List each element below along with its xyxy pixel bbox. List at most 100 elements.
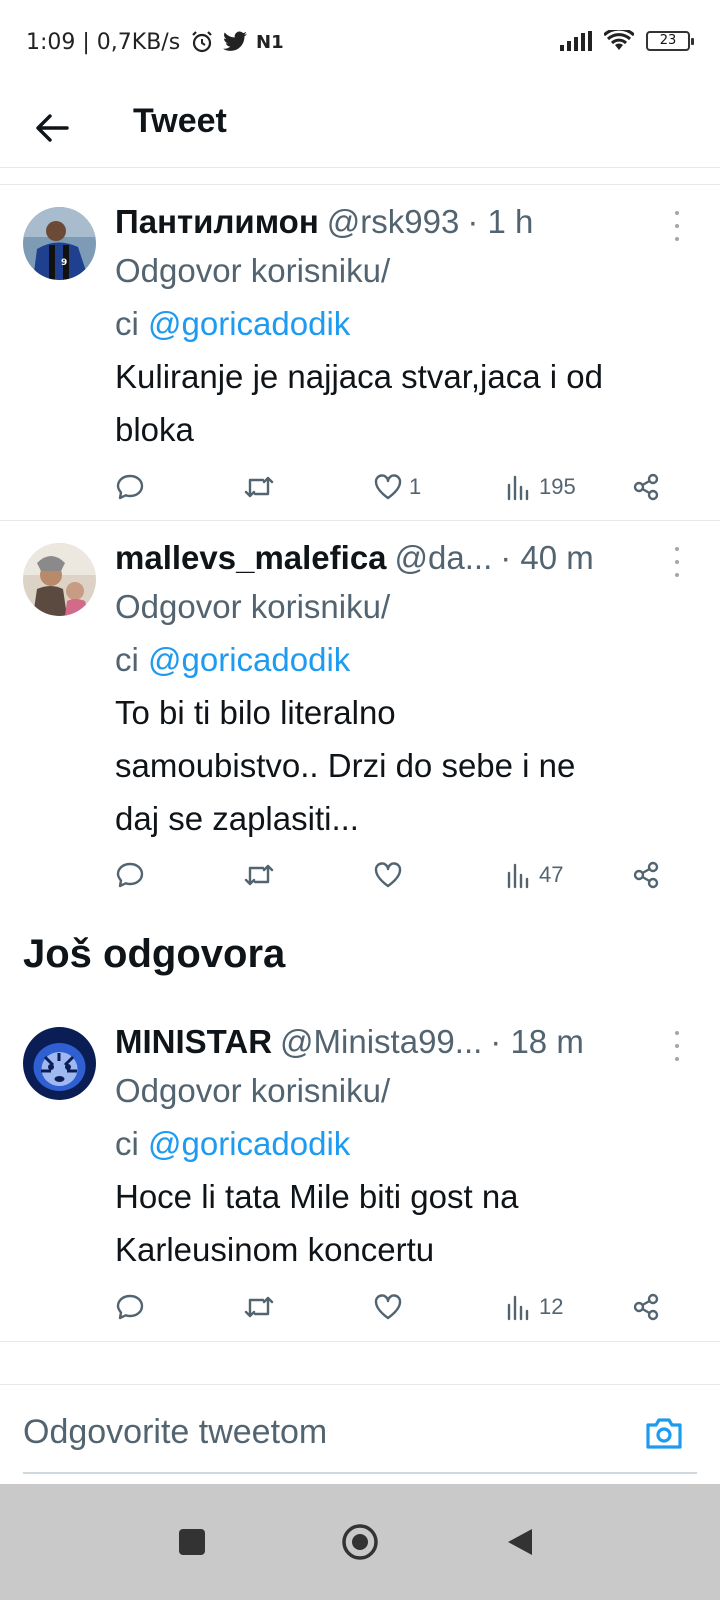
reply-button[interactable]	[115, 1287, 145, 1327]
top-app-bar: Tweet	[0, 88, 720, 168]
views-button[interactable]: 47	[505, 855, 563, 895]
heart-icon	[374, 862, 402, 888]
tweet-card[interactable]: MINISTAR @Minista99... · 18 m Odgovor ko…	[0, 1005, 720, 1341]
heart-icon	[374, 474, 402, 500]
tweet-time: · 1 h	[467, 203, 534, 240]
reply-mention-link[interactable]: @goricadodik	[148, 641, 350, 678]
input-underline	[23, 1472, 697, 1474]
views-count: 12	[539, 1294, 564, 1319]
tweet-card[interactable]: mallevs_malefica @da... · 40 m Odgovor k…	[0, 520, 720, 908]
tweet-text-line: daj se zaplasiti...	[115, 800, 359, 837]
tweet-actions: 47	[115, 855, 675, 895]
views-count: 195	[539, 474, 576, 499]
reply-button[interactable]	[115, 855, 145, 895]
twitter-icon	[223, 31, 247, 51]
alarm-icon	[192, 31, 212, 53]
tweet-time: · 18 m	[490, 1023, 584, 1060]
like-button[interactable]	[373, 855, 409, 895]
divider	[0, 1341, 720, 1342]
retweet-button[interactable]	[243, 855, 275, 895]
recents-button[interactable]	[172, 1522, 212, 1562]
views-chart-icon	[507, 475, 529, 501]
tweet-header: mallevs_malefica @da... · 40 m	[115, 536, 690, 580]
page-title: Tweet	[133, 102, 227, 140]
share-icon	[633, 473, 659, 501]
heart-icon	[374, 1294, 402, 1320]
signal-icon	[560, 31, 592, 51]
reply-button[interactable]	[115, 467, 145, 507]
views-chart-icon	[507, 1295, 529, 1321]
retweet-icon	[244, 1296, 274, 1318]
n1-icon: N1	[256, 31, 284, 53]
reply-input[interactable]: Odgovorite tweetom	[23, 1413, 327, 1452]
display-name[interactable]: mallevs_malefica	[115, 536, 387, 580]
like-button[interactable]	[373, 1287, 409, 1327]
views-chart-icon	[507, 863, 529, 889]
retweet-icon	[244, 864, 274, 886]
reply-icon	[116, 862, 144, 888]
reply-mention-link[interactable]: @goricadodik	[148, 1125, 350, 1162]
status-system-icons: 23	[560, 30, 694, 52]
more-replies-heading: Još odgovora	[23, 932, 286, 976]
retweet-button[interactable]	[243, 1287, 275, 1327]
display-name[interactable]: MINISTAR	[115, 1020, 272, 1064]
tweet-text-line: Kuliranje je najjaca stvar,jaca i od	[115, 358, 603, 395]
tweet-actions: 12	[115, 1287, 675, 1327]
camera-icon	[646, 1418, 682, 1449]
share-icon	[633, 861, 659, 889]
views-button[interactable]: 195	[505, 467, 576, 507]
user-handle[interactable]: @rsk993	[327, 200, 460, 244]
back-nav-button[interactable]	[500, 1522, 540, 1562]
tweet-header: Пантилимон @rsk993 · 1 h	[115, 200, 690, 244]
reply-compose-bar: Odgovorite tweetom	[0, 1384, 720, 1484]
tweet-text: Hoce li tata Mile biti gost na Karleusin…	[115, 1170, 690, 1276]
home-circle-icon	[342, 1524, 378, 1560]
reply-icon	[116, 474, 144, 500]
reply-icon	[116, 1294, 144, 1320]
tweet-text: Kuliranje je najjaca stvar,jaca i od blo…	[115, 350, 690, 456]
tweet-text: To bi ti bilo literalno samoubistvo.. Dr…	[115, 686, 690, 845]
tweet-text-line: Hoce li tata Mile biti gost na	[115, 1178, 519, 1215]
reply-prefix: Odgovor korisniku/	[115, 588, 391, 625]
display-name[interactable]: Пантилимон	[115, 200, 319, 244]
user-handle[interactable]: @Minista99...	[280, 1020, 482, 1064]
battery-icon: 23	[646, 31, 694, 51]
status-notification-icons: N1	[190, 30, 284, 54]
avatar[interactable]	[23, 543, 96, 616]
reply-prefix: Odgovor korisniku/	[115, 252, 391, 289]
retweet-icon	[244, 476, 274, 498]
reply-context: Odgovor korisniku/ ci @goricadodik	[115, 580, 690, 686]
system-nav-bar	[0, 1484, 720, 1600]
svg-text:9: 9	[61, 258, 67, 268]
avatar[interactable]	[23, 1027, 96, 1100]
share-button[interactable]	[631, 467, 661, 507]
share-button[interactable]	[631, 1287, 661, 1327]
tweet-time: · 40 m	[500, 539, 594, 576]
like-button[interactable]: 1	[373, 467, 421, 507]
views-count: 47	[539, 862, 564, 887]
back-button[interactable]	[30, 106, 74, 150]
retweet-button[interactable]	[243, 467, 275, 507]
reply-context: Odgovor korisniku/ ci @goricadodik	[115, 244, 690, 350]
reply-context: Odgovor korisniku/ ci @goricadodik	[115, 1064, 690, 1170]
home-button[interactable]	[340, 1522, 380, 1562]
reply-prefix-cont: ci	[115, 641, 139, 678]
status-bar: 1:09 | 0,7KB/s N1 23	[0, 0, 720, 88]
reply-prefix-cont: ci	[115, 305, 139, 342]
user-handle[interactable]: @da...	[395, 536, 493, 580]
reply-mention-link[interactable]: @goricadodik	[148, 305, 350, 342]
tweet-header: MINISTAR @Minista99... · 18 m	[115, 1020, 690, 1064]
status-time-speed: 1:09 | 0,7KB/s	[26, 30, 181, 55]
share-button[interactable]	[631, 855, 661, 895]
reply-prefix-cont: ci	[115, 1125, 139, 1162]
share-icon	[633, 1293, 659, 1321]
arrow-left-icon	[36, 114, 69, 142]
avatar[interactable]: 9	[23, 207, 96, 280]
tweet-text-line: To bi ti bilo literalno	[115, 694, 396, 731]
tweet-text-line: samoubistvo.. Drzi do sebe i ne	[115, 747, 576, 784]
views-button[interactable]: 12	[505, 1287, 563, 1327]
triangle-back-icon	[508, 1529, 532, 1555]
camera-button[interactable]	[644, 1415, 684, 1455]
tweet-card[interactable]: 9 Пантилимон @rsk993 · 1 h Odgovor koris…	[0, 184, 720, 520]
reply-prefix: Odgovor korisniku/	[115, 1072, 391, 1109]
